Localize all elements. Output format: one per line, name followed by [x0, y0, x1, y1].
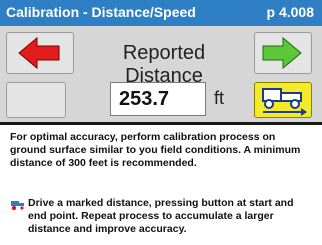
distance-value: 253.7 [119, 88, 170, 110]
control-panel: Reported Distance 253.7 ft [0, 26, 322, 122]
blank-button[interactable] [6, 82, 66, 118]
title-bar: Calibration - Distance/Speed p 4.008 [0, 0, 322, 26]
left-arrow-icon [18, 36, 60, 70]
calibrate-start-stop-button[interactable] [254, 82, 312, 118]
page-number: p 4.008 [266, 4, 314, 20]
instructions-paragraph: For optimal accuracy, perform calibratio… [10, 131, 301, 169]
calibration-screen: Calibration - Distance/Speed p 4.008 Rep… [0, 0, 322, 245]
screen-title: Calibration - Distance/Speed [6, 4, 196, 20]
vehicle-distance-icon [262, 88, 307, 116]
field-label-box: Reported Distance [82, 34, 246, 87]
right-arrow-icon [262, 36, 302, 70]
distance-value-field[interactable]: 253.7 [110, 82, 206, 116]
next-button[interactable] [254, 32, 312, 74]
previous-button[interactable] [6, 32, 74, 74]
distance-unit: ft [214, 88, 225, 108]
instructions-area: For optimal accuracy, perform calibratio… [0, 125, 322, 245]
instructions-tip: Drive a marked distance, pressing button… [28, 197, 294, 235]
tractor-tip-icon [11, 201, 24, 211]
